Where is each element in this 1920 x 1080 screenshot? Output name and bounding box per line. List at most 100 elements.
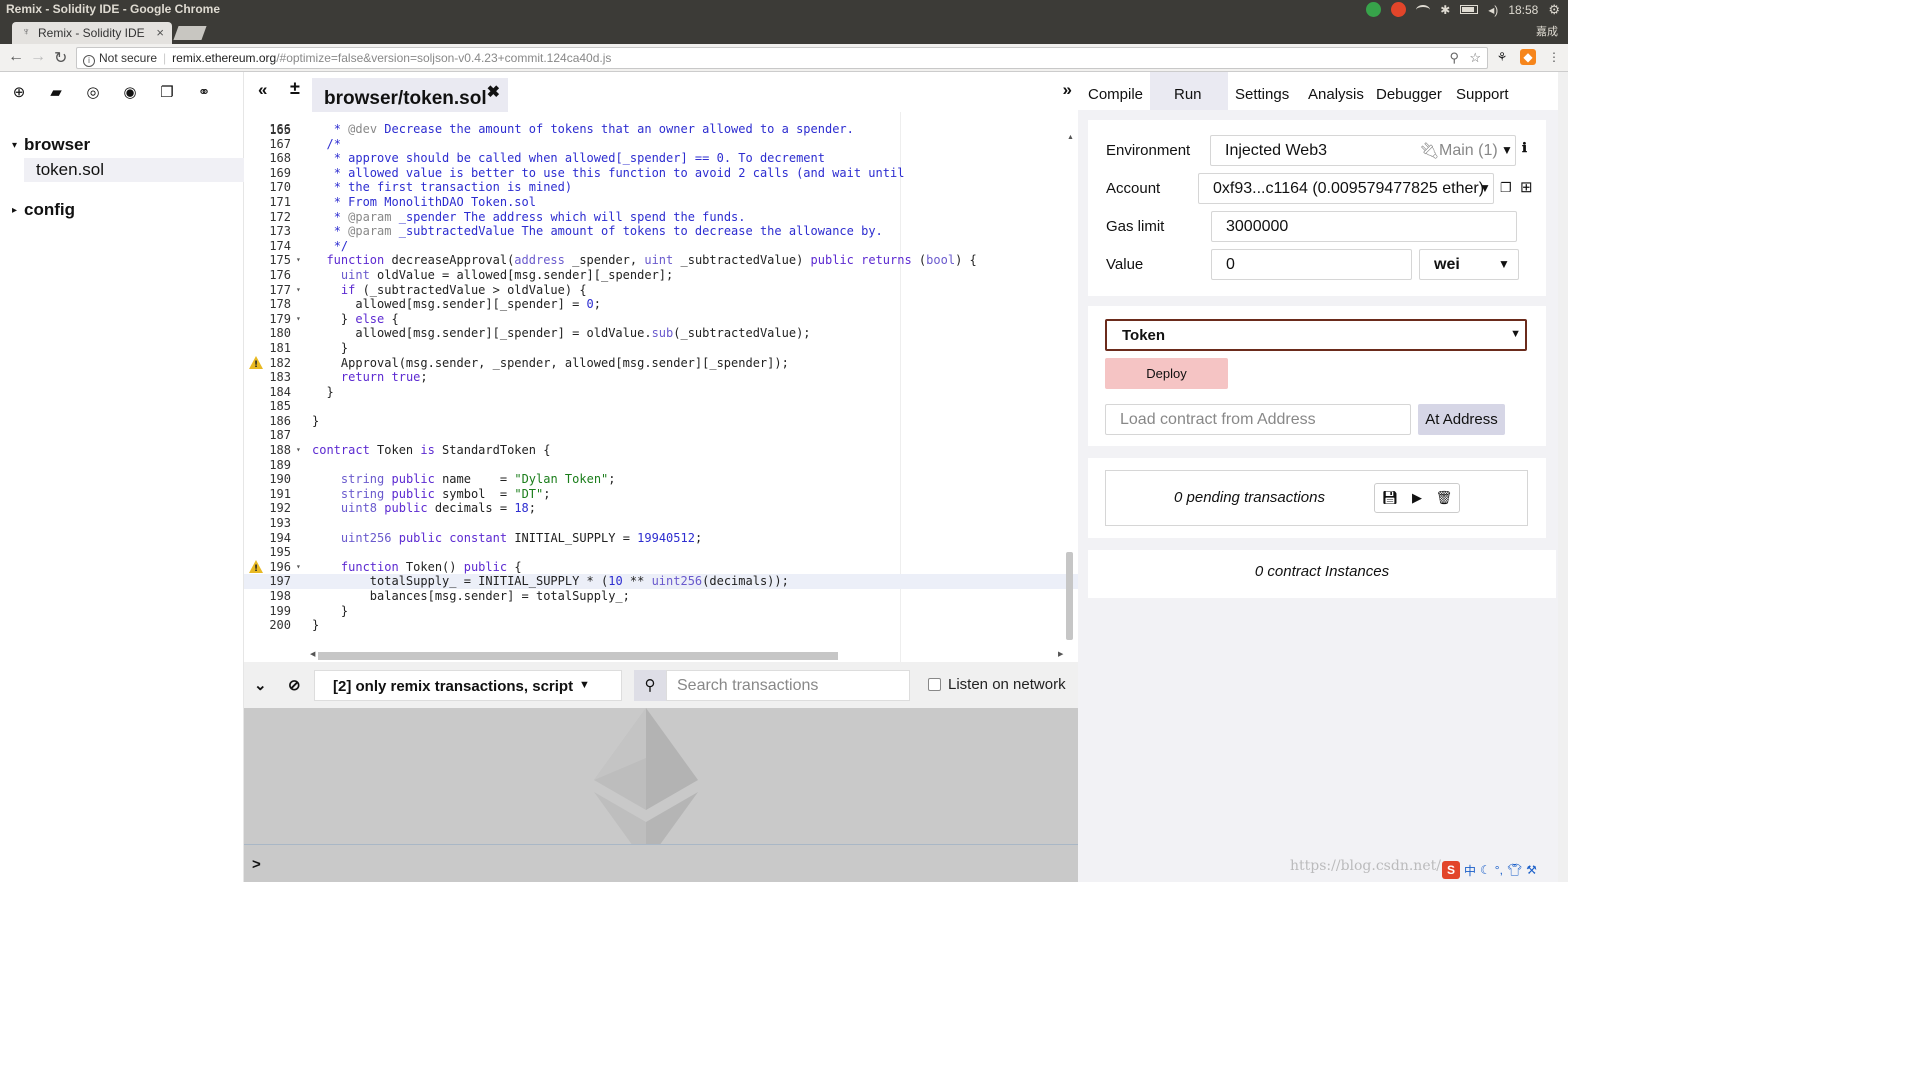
zoom-icon[interactable]: ⚲: [1449, 50, 1459, 66]
line-number[interactable]: 178: [244, 297, 291, 312]
close-file-tab-icon[interactable]: ✖: [487, 82, 500, 102]
listen-on-network-checkbox[interactable]: [928, 678, 941, 691]
code-editor[interactable]: 165 / 166 * @dev Decrease the amount of …: [244, 112, 1078, 662]
line-number[interactable]: 171: [244, 195, 291, 210]
line-number[interactable]: 173: [244, 224, 291, 239]
line-number[interactable]: 179: [244, 312, 291, 327]
horizontal-scrollbar[interactable]: [318, 652, 838, 660]
transaction-filter-dropdown[interactable]: [2] only remix transactions, script ▼: [314, 670, 622, 701]
ime-tools-icon[interactable]: ⚒: [1526, 863, 1537, 877]
new-tab-button[interactable]: [173, 26, 207, 40]
fold-arrow-icon[interactable]: ▾: [296, 312, 301, 327]
gas-limit-input[interactable]: 3000000: [1211, 211, 1517, 242]
line-number[interactable]: 190: [244, 472, 291, 487]
line-number[interactable]: 194: [244, 531, 291, 546]
expand-right-panel-icon[interactable]: »: [1063, 80, 1072, 100]
line-number[interactable]: 167: [244, 137, 291, 152]
save-transactions-icon[interactable]: 💾︎: [1382, 490, 1399, 506]
scroll-right-arrow-icon[interactable]: ▶: [1058, 650, 1063, 658]
line-number[interactable]: 185: [244, 399, 291, 414]
line-number[interactable]: 195: [244, 545, 291, 560]
line-number[interactable]: 180: [244, 326, 291, 341]
telegram-tray-icon[interactable]: [1366, 2, 1382, 17]
line-number[interactable]: 193: [244, 516, 291, 531]
sogou-tray-icon[interactable]: [1391, 2, 1407, 17]
ime-moon-icon[interactable]: ☾: [1480, 863, 1491, 877]
close-tab-icon[interactable]: ×: [156, 25, 164, 40]
scroll-up-arrow-icon[interactable]: ▲: [1067, 134, 1074, 141]
warning-icon[interactable]: [249, 559, 263, 576]
tab-settings[interactable]: Settings: [1235, 86, 1289, 103]
folder-browser[interactable]: browser: [24, 135, 90, 155]
wifi-icon[interactable]: [1416, 4, 1431, 15]
copy-address-icon[interactable]: ❐: [1500, 180, 1512, 196]
line-number[interactable]: 197: [244, 574, 291, 589]
clear-console-icon[interactable]: ⊘: [288, 676, 301, 694]
warning-icon[interactable]: [249, 355, 263, 372]
open-folder-icon[interactable]: ▰: [47, 84, 65, 102]
value-unit-select[interactable]: wei ▼: [1419, 249, 1519, 280]
line-number[interactable]: 174: [244, 239, 291, 254]
run-transactions-icon[interactable]: ▶: [1412, 490, 1422, 506]
editor-file-tab[interactable]: browser/token.sol ✖: [312, 78, 508, 114]
file-token-sol[interactable]: token.sol: [36, 160, 104, 180]
chrome-menu-icon[interactable]: ⋮: [1546, 49, 1562, 65]
line-number[interactable]: 166: [244, 122, 291, 137]
connect-localhost-icon[interactable]: ⚭: [195, 84, 213, 102]
line-number[interactable]: 188: [244, 443, 291, 458]
line-number[interactable]: 172: [244, 210, 291, 225]
bluetooth-icon[interactable]: ✱: [1440, 3, 1450, 17]
folder-config[interactable]: config: [24, 200, 75, 220]
fold-arrow-icon[interactable]: ▾: [296, 283, 301, 298]
browser-tab[interactable]: ♆ Remix - Solidity IDE ×: [12, 22, 172, 44]
line-number[interactable]: 170: [244, 180, 291, 195]
line-number[interactable]: 186: [244, 414, 291, 429]
load-contract-address-input[interactable]: Load contract from Address: [1105, 404, 1411, 435]
environment-info-icon[interactable]: ℹ: [1522, 140, 1527, 156]
collapse-left-panel-icon[interactable]: «: [258, 80, 267, 100]
copy-files-icon[interactable]: ❐: [158, 84, 176, 102]
line-number[interactable]: 200: [244, 618, 291, 633]
search-icon[interactable]: ⚲: [634, 670, 666, 701]
line-number[interactable]: 189: [244, 458, 291, 473]
fold-arrow-icon[interactable]: ▾: [296, 253, 301, 268]
line-number[interactable]: 191: [244, 487, 291, 502]
ime-mode-icon[interactable]: 中: [1464, 862, 1476, 879]
tab-debugger[interactable]: Debugger: [1376, 86, 1442, 103]
line-number[interactable]: 199: [244, 604, 291, 619]
ime-skin-icon[interactable]: 👕︎: [1507, 863, 1522, 877]
line-number[interactable]: 192: [244, 501, 291, 516]
account-select[interactable]: 0xf93...c1164 (0.009579477825 ether) ▼: [1198, 173, 1494, 204]
fold-arrow-icon[interactable]: ▾: [296, 443, 301, 458]
terminal-prompt[interactable]: >: [244, 844, 1078, 882]
address-bar[interactable]: i Not secure | remix.ethereum.org/#optimize…: [76, 47, 1488, 69]
value-input[interactable]: 0: [1211, 249, 1412, 280]
battery-icon[interactable]: [1460, 5, 1479, 14]
ime-punct-icon[interactable]: °,: [1495, 863, 1503, 877]
clock[interactable]: 18:58: [1508, 3, 1538, 17]
search-transactions-input[interactable]: Search transactions: [666, 670, 910, 701]
line-number[interactable]: 198: [244, 589, 291, 604]
volume-icon[interactable]: ◂): [1488, 3, 1498, 17]
config-folder-caret-icon[interactable]: ▸: [12, 205, 17, 216]
tab-compile[interactable]: Compile: [1088, 86, 1143, 103]
metamask-icon[interactable]: ◆: [1520, 49, 1536, 65]
increase-font-icon[interactable]: ±: [290, 78, 300, 99]
deploy-button[interactable]: Deploy: [1105, 358, 1228, 389]
new-file-icon[interactable]: ⊕: [10, 84, 28, 102]
tab-analysis[interactable]: Analysis: [1308, 86, 1364, 103]
back-arrow-icon[interactable]: ←: [8, 48, 24, 66]
line-number[interactable]: 184: [244, 385, 291, 400]
line-number[interactable]: 169: [244, 166, 291, 181]
info-icon[interactable]: i: [83, 55, 95, 67]
github-icon[interactable]: ◉: [121, 84, 139, 102]
at-address-button[interactable]: At Address: [1418, 404, 1505, 435]
line-number[interactable]: 183: [244, 370, 291, 385]
environment-select[interactable]: Injected Web3 🔌︎ Main (1) ▼: [1210, 135, 1516, 166]
clear-instances-icon[interactable]: 🗑︎: [1436, 490, 1453, 506]
reload-icon[interactable]: ↻: [54, 48, 67, 68]
extension-icon[interactable]: ⚘: [1494, 49, 1510, 65]
line-number[interactable]: 176: [244, 268, 291, 283]
tab-run[interactable]: Run: [1174, 86, 1202, 103]
bookmark-star-icon[interactable]: ☆: [1469, 50, 1481, 66]
